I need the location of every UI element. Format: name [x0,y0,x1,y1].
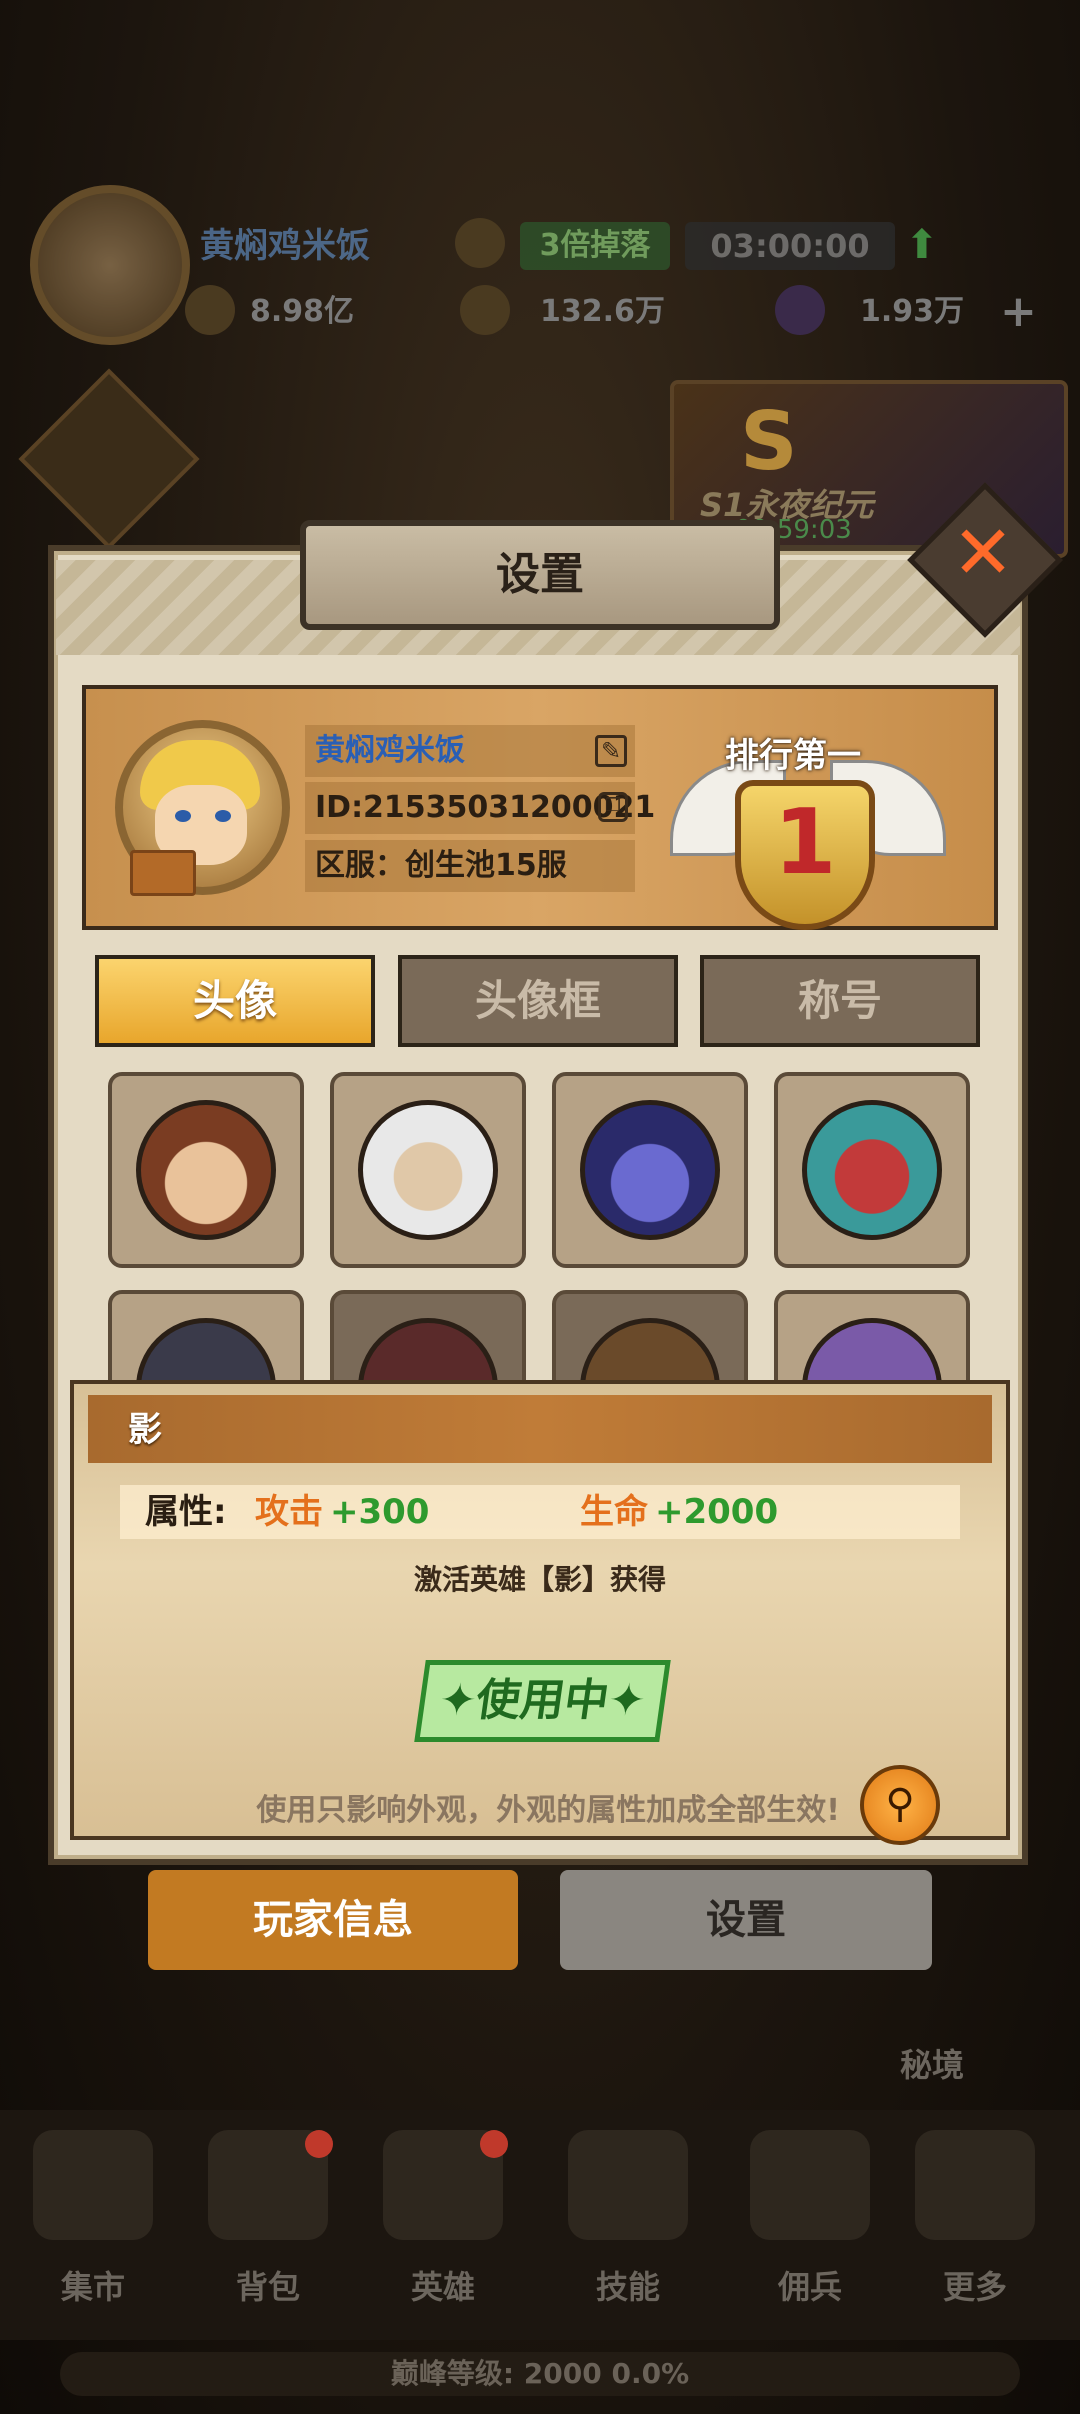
magnifier-icon[interactable]: ⚲ [860,1765,940,1845]
avatar-cell[interactable] [330,1072,526,1268]
rank-number: 1 [773,790,837,895]
rank-title: 排行第一 [725,736,861,776]
notification-dot [305,2130,333,2158]
unlock-source: 激活英雄【影】获得 [413,1563,666,1596]
drop-icon [455,218,505,268]
nav-label: 英雄 [410,2268,475,2306]
gem-icon [775,285,825,335]
player-avatar[interactable] [30,185,190,345]
hp-value: +2000 [655,1492,779,1532]
hero-brown-hair-icon [136,1100,276,1240]
drop-bonus-badge: 3倍掉落 [520,222,670,270]
profile-name: 黄焖鸡米饭 [305,725,635,777]
tab-avatar[interactable]: 头像 [95,955,375,1047]
season-s-icon: S [740,395,798,488]
hero-white-beard-icon [358,1100,498,1240]
horned-helmet-icon [750,2130,870,2240]
attr-label: 属性: [145,1492,227,1532]
avatar-eye [175,810,191,822]
grid-diamond-icon [915,2130,1035,2240]
attack-label: 攻击 [255,1492,323,1532]
secret-realm-label[interactable]: 秘境 [900,2040,964,2086]
nav-more[interactable]: 更多 [890,2130,1060,2330]
hero-blue-elf-icon [580,1100,720,1240]
avatar-cell[interactable] [108,1072,304,1268]
detail-avatar-name: 影 [128,1410,162,1450]
nav-heroes[interactable]: 英雄 [358,2130,528,2330]
attribute-band [120,1485,960,1539]
hud-player-name: 黄焖鸡米饭 [200,226,370,266]
nav-backpack[interactable]: 背包 [183,2130,353,2330]
avatar-eye [215,810,231,822]
bonus-timer: 03:00:00 [685,222,895,270]
gold-value: 132.6万 [540,294,665,329]
nav-label: 佣兵 [777,2268,842,2306]
nav-skills[interactable]: 技能 [543,2130,713,2330]
nav-label: 背包 [235,2268,300,2306]
nav-label: 集市 [60,2268,125,2306]
scales-icon [33,2130,153,2240]
in-use-button[interactable]: ✦使用中✦ [414,1660,671,1742]
gold-coin-icon [460,285,510,335]
notification-dot [480,2130,508,2158]
attack-value: +300 [330,1492,430,1532]
settings-button[interactable]: 设置 [560,1870,932,1970]
treasure-chest-icon [130,850,196,896]
modal-title: 设置 [300,520,780,630]
profile-id: ID:21535031200021 [305,782,655,834]
peak-level-bar: 巅峰等级: 2000 0.0% [60,2352,1020,2396]
nav-mercenaries[interactable]: 佣兵 [725,2130,895,2330]
nav-label: 更多 [942,2268,1007,2306]
gem-value: 1.93万 [860,294,965,329]
flame-fist-icon [568,2130,688,2240]
tab-avatar-frame[interactable]: 头像框 [398,955,678,1047]
hero-red-masked-icon [802,1100,942,1240]
hp-label: 生命 [580,1492,648,1532]
player-info-button[interactable]: 玩家信息 [148,1870,518,1970]
copy-icon[interactable]: ❐ [598,792,628,822]
avatar-cell[interactable] [552,1072,748,1268]
add-gem-icon[interactable]: + [1000,290,1037,334]
tab-title[interactable]: 称号 [700,955,980,1047]
power-value: 8.98亿 [250,294,355,329]
arrow-up-icon: ⬆ [905,222,939,268]
edit-icon[interactable]: ✎ [595,735,627,767]
fist-power-icon [185,285,235,335]
nav-label: 技能 [595,2268,660,2306]
avatar-cell[interactable] [774,1072,970,1268]
detail-header [88,1395,992,1463]
profile-server: 区服：创生池15服 [305,840,635,892]
close-icon[interactable]: ✕ [952,513,1014,593]
nav-market[interactable]: 集市 [8,2130,178,2330]
